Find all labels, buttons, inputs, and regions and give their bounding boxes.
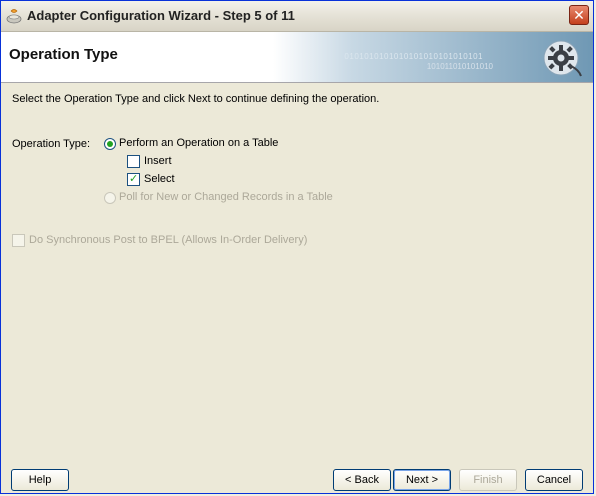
poll-records-radio[interactable]: [104, 192, 116, 204]
select-checkbox[interactable]: ✓: [127, 173, 140, 186]
window-title: Adapter Configuration Wizard - Step 5 of…: [27, 8, 295, 23]
next-button[interactable]: Next >: [393, 469, 451, 491]
wizard-header: 0101010101010101010101010101 10101101010…: [1, 32, 593, 83]
page-title: Operation Type: [9, 46, 118, 63]
finish-button[interactable]: Finish: [459, 469, 517, 491]
app-icon: [6, 9, 22, 24]
cancel-button[interactable]: Cancel: [525, 469, 583, 491]
synchronous-post-checkbox[interactable]: [12, 234, 25, 247]
instruction-text: Select the Operation Type and click Next…: [12, 93, 380, 105]
binary-decoration-2: 101011010101010: [426, 62, 493, 71]
back-button[interactable]: < Back: [333, 469, 391, 491]
close-icon: ✕: [573, 7, 585, 23]
poll-records-label[interactable]: Poll for New or Changed Records in a Tab…: [119, 191, 333, 203]
checkmark-icon: ✓: [129, 173, 139, 185]
gear-icon: [543, 40, 582, 77]
insert-label[interactable]: Insert: [144, 155, 172, 167]
wizard-window: Adapter Configuration Wizard - Step 5 of…: [0, 0, 594, 494]
operation-type-label: Operation Type:: [12, 138, 91, 150]
title-bar[interactable]: Adapter Configuration Wizard - Step 5 of…: [1, 1, 593, 32]
binary-decoration: 0101010101010101010101010101: [344, 52, 483, 61]
select-label[interactable]: Select: [144, 173, 175, 185]
synchronous-post-label[interactable]: Do Synchronous Post to BPEL (Allows In-O…: [29, 234, 307, 246]
close-button[interactable]: ✕: [569, 5, 589, 25]
perform-operation-label[interactable]: Perform an Operation on a Table: [119, 137, 278, 149]
perform-operation-radio[interactable]: [104, 138, 116, 150]
help-button[interactable]: Help: [11, 469, 69, 491]
insert-checkbox[interactable]: [127, 155, 140, 168]
